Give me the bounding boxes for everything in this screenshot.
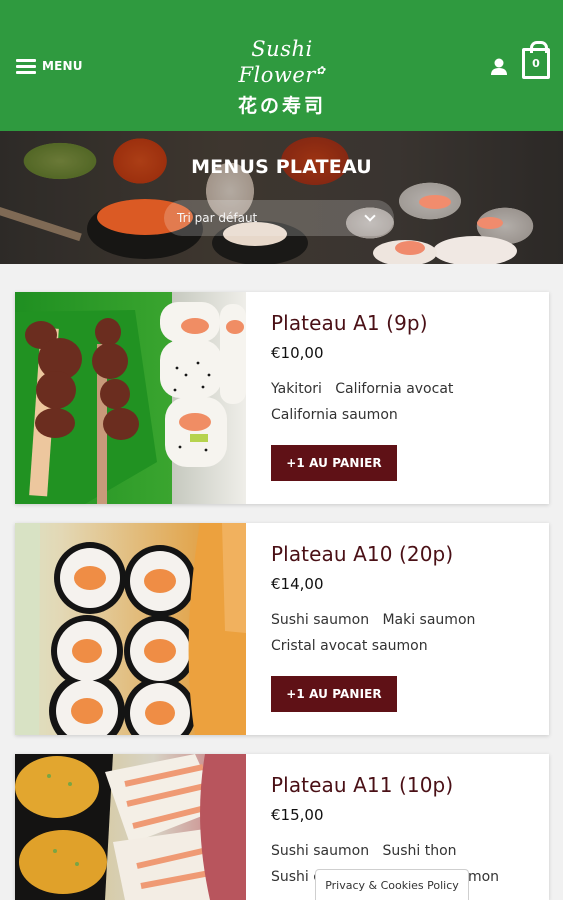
site-logo[interactable]: Sushi Flower✿ 花の寿司 [212,36,352,117]
product-title[interactable]: Plateau A10 (20p) [271,539,541,569]
product-card: Plateau A10 (20p) €14,00 Sushi saumon Ma… [15,523,549,735]
product-title[interactable]: Plateau A11 (10p) [271,770,541,800]
sort-select[interactable]: Tri par défaut [164,200,394,236]
logo-latin-text: Sushi Flower [238,37,316,87]
product-title[interactable]: Plateau A1 (9p) [271,308,541,338]
menu-label: MENU [42,59,83,73]
product-info: Plateau A1 (9p) €10,00 Yakitori Californ… [271,308,541,428]
sort-selected-value: Tri par défaut [177,211,258,225]
product-item: Cristal avocat saumon [271,638,428,654]
user-icon[interactable] [490,58,508,75]
product-description: Sushi saumon Maki saumon Cristal avocat … [271,607,541,659]
category-hero: MENUS PLATEAU Tri par défaut [0,131,563,264]
product-image[interactable] [15,523,246,735]
menu-button[interactable]: MENU [16,55,83,77]
hero-background-image [0,195,517,264]
cart-icon[interactable]: 0 [522,41,550,79]
product-item: Sushi saumon [271,843,370,859]
product-info: Plateau A10 (20p) €14,00 Sushi saumon Ma… [271,539,541,659]
product-item: Sushi saumon [271,612,370,628]
privacy-cookies-policy-link[interactable]: Privacy & Cookies Policy [315,869,469,900]
logo-flower-icon: ✿ [315,64,326,77]
add-to-cart-button[interactable]: +1 AU PANIER [271,676,397,712]
product-item: Sushi thon [382,843,457,859]
product-price: €15,00 [271,806,324,824]
menu-icon [16,58,36,74]
logo-wordmark: Sushi Flower✿ [212,36,352,92]
product-item: California avocat [335,381,454,397]
product-image[interactable] [15,754,246,900]
logo-japanese-text: 花の寿司 [237,95,326,117]
product-item: Maki saumon [382,612,476,628]
chevron-down-icon [364,210,376,222]
product-price: €10,00 [271,344,324,362]
cart-count: 0 [532,57,540,70]
product-card: Plateau A1 (9p) €10,00 Yakitori Californ… [15,292,549,504]
product-item: California saumon [271,407,398,423]
add-to-cart-button[interactable]: +1 AU PANIER [271,445,397,481]
product-price: €14,00 [271,575,324,593]
product-item: Yakitori [271,381,322,397]
product-description: Yakitori California avocat California sa… [271,376,541,428]
product-image[interactable] [15,292,246,504]
page-title: MENUS PLATEAU [191,156,372,178]
site-header: MENU Sushi Flower✿ 花の寿司 0 [0,0,563,131]
